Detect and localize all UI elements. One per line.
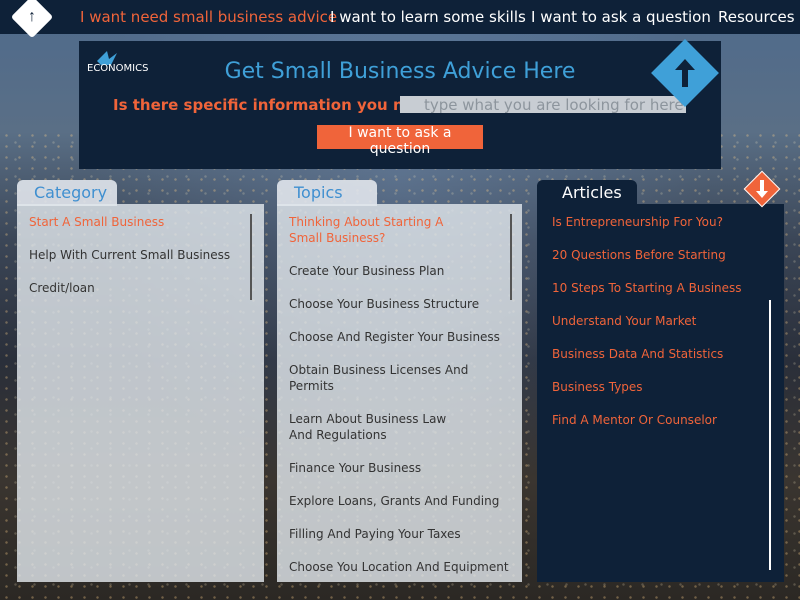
article-item[interactable]: Business Types <box>537 379 784 395</box>
nav-small-business-advice[interactable]: I want need small business advice <box>80 8 337 26</box>
topic-item[interactable]: Thinking About Starting A Small Business… <box>277 214 477 246</box>
ask-question-button[interactable]: I want to ask a question <box>317 125 483 157</box>
top-navigation: ↑ I want need small business advice I wa… <box>0 0 800 39</box>
topic-item[interactable]: Finance Your Business <box>277 460 522 476</box>
article-item[interactable]: Is Entrepreneurship For You? <box>537 214 784 230</box>
nav-learn-skills[interactable]: I want to learn some skills <box>330 8 526 26</box>
articles-list: Is Entrepreneurship For You? 20 Question… <box>537 214 784 428</box>
arrow-up-icon: ↑ <box>28 8 36 25</box>
topic-item[interactable]: Choose And Register Your Business <box>277 329 522 345</box>
article-item[interactable]: 20 Questions Before Starting <box>537 247 784 263</box>
category-tab[interactable]: Category <box>17 180 117 206</box>
article-item[interactable]: Understand Your Market <box>537 313 784 329</box>
article-item[interactable]: Find A Mentor Or Counselor <box>537 412 784 428</box>
articles-tab[interactable]: Articles <box>537 180 637 206</box>
topic-item[interactable]: Explore Loans, Grants And Funding <box>277 493 522 509</box>
topic-item[interactable]: Filling And Paying Your Taxes <box>277 526 522 542</box>
nav-resources[interactable]: Resources <box>718 8 795 26</box>
category-scrollbar[interactable] <box>250 214 252 300</box>
category-item-help[interactable]: Help With Current Small Business <box>17 247 264 263</box>
advice-banner: ECONOMICS Get Small Business Advice Here… <box>79 39 721 169</box>
article-item[interactable]: 10 Steps To Starting A Business <box>537 280 784 296</box>
ascend-logo-small[interactable]: ↑ <box>10 0 54 39</box>
topic-item[interactable]: Choose Your Business Structure <box>277 296 522 312</box>
category-item-start[interactable]: Start A Small Business <box>17 214 264 230</box>
topic-item[interactable]: Create Your Business Plan <box>277 263 522 279</box>
articles-scrollbar[interactable] <box>769 300 771 570</box>
banner-question: Is there specific information you need: <box>113 96 441 114</box>
topics-scrollbar[interactable] <box>510 214 512 300</box>
topic-item[interactable]: Learn About Business Law And Regulations <box>277 411 477 443</box>
category-list: Start A Small Business Help With Current… <box>17 214 264 296</box>
arrow-up-icon <box>675 59 695 87</box>
topic-item[interactable]: Choose You Location And Equipment <box>277 559 522 575</box>
topics-tab[interactable]: Topics <box>277 180 377 206</box>
article-item[interactable]: Business Data And Statistics <box>537 346 784 362</box>
nav-ask-question[interactable]: I want to ask a question <box>531 8 711 26</box>
topics-panel: Thinking About Starting A Small Business… <box>277 204 522 582</box>
search-input[interactable] <box>400 96 686 113</box>
topics-list: Thinking About Starting A Small Business… <box>277 214 522 575</box>
articles-panel: Is Entrepreneurship For You? 20 Question… <box>537 204 784 582</box>
category-panel: Start A Small Business Help With Current… <box>17 204 264 582</box>
banner-title: Get Small Business Advice Here <box>224 59 576 84</box>
topic-item[interactable]: Obtain Business Licenses And Permits <box>277 362 522 394</box>
arrow-down-icon <box>756 180 768 198</box>
category-item-credit[interactable]: Credit/loan <box>17 280 264 296</box>
